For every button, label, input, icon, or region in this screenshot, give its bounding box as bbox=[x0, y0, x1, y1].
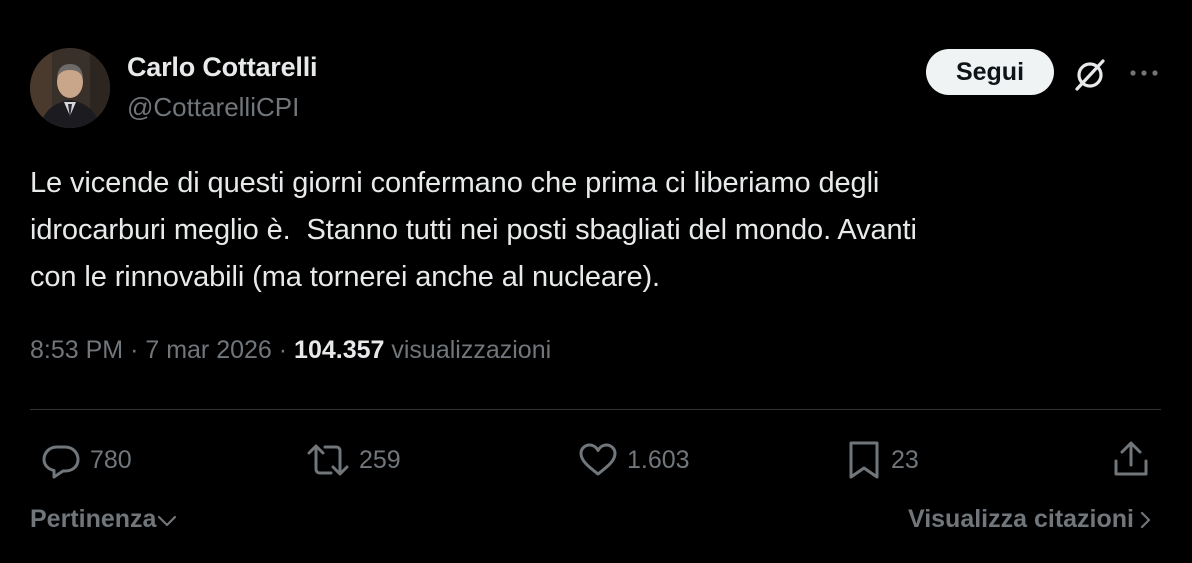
share-icon bbox=[1114, 441, 1148, 476]
author-name[interactable]: Carlo Cottarelli bbox=[127, 52, 318, 83]
like-button[interactable]: 1.603 bbox=[577, 438, 690, 482]
repost-button[interactable]: 259 bbox=[305, 438, 401, 482]
tweet-date[interactable]: 7 mar 2026 bbox=[145, 336, 271, 364]
divider bbox=[30, 409, 1161, 410]
sort-dropdown[interactable]: Pertinenza bbox=[30, 505, 178, 534]
avatar[interactable] bbox=[30, 48, 110, 128]
meta-separator: · bbox=[278, 336, 288, 364]
like-count: 1.603 bbox=[627, 445, 690, 474]
repost-count: 259 bbox=[359, 445, 401, 474]
quotes-label: Visualizza citazioni bbox=[907, 505, 1134, 533]
tweet-meta: 8:53 PM · 7 mar 2026 · 104.357 visualizz… bbox=[30, 336, 551, 365]
chevron-right-icon bbox=[1140, 511, 1151, 528]
bookmark-button[interactable]: 23 bbox=[845, 438, 919, 482]
tweet-text: Le vicende di questi giorni confermano c… bbox=[30, 167, 917, 293]
avatar-image bbox=[30, 48, 110, 128]
heart-icon bbox=[579, 443, 617, 476]
view-quotes-link[interactable]: Visualizza citazioni bbox=[908, 505, 1156, 534]
views-count: 104.357 bbox=[294, 336, 385, 364]
meta-separator: · bbox=[130, 336, 139, 364]
chevron-down-icon bbox=[158, 515, 177, 526]
grok-icon[interactable] bbox=[1070, 55, 1110, 95]
bookmark-icon bbox=[849, 441, 879, 479]
share-button[interactable] bbox=[1110, 438, 1152, 482]
tweet-card: Carlo Cottarelli @CottarelliCPI Segui Le… bbox=[0, 0, 1192, 563]
bookmark-count: 23 bbox=[891, 445, 919, 474]
reply-button[interactable]: 780 bbox=[40, 438, 132, 482]
more-icon[interactable] bbox=[1126, 58, 1162, 88]
reply-icon bbox=[42, 445, 80, 479]
author-handle[interactable]: @CottarelliCPI bbox=[127, 92, 299, 123]
follow-button[interactable]: Segui bbox=[926, 49, 1054, 95]
sort-label: Pertinenza bbox=[30, 505, 157, 533]
reply-count: 780 bbox=[90, 445, 132, 474]
repost-icon bbox=[307, 444, 349, 476]
views-label: visualizzazioni bbox=[391, 336, 552, 364]
tweet-time[interactable]: 8:53 PM bbox=[30, 336, 123, 364]
